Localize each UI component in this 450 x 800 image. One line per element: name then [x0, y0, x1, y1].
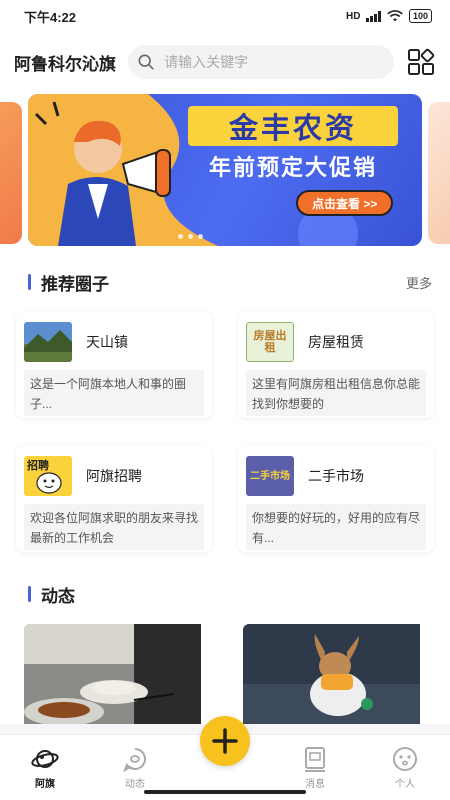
circle-desc: 这是一个阿旗本地人和事的圈子... [24, 370, 204, 416]
network-type: HD [346, 10, 361, 22]
feed-section-title: 动态 [28, 582, 75, 607]
banner-carousel[interactable]: 金丰农资 年前预定大促销 点击查看 >> [0, 92, 450, 262]
grid-menu-button[interactable] [406, 47, 436, 77]
circle-card-tianshan[interactable]: 天山镇 这是一个阿旗本地人和事的圈子... [16, 312, 212, 418]
plus-icon [212, 728, 238, 754]
banner-prev-card[interactable] [0, 102, 22, 244]
banner-title: 金丰农资 [188, 106, 398, 146]
grid-icon [408, 48, 435, 75]
more-circles-link[interactable]: 更多 [406, 273, 432, 292]
chat-bubble-icon [122, 748, 146, 773]
banner-next-card[interactable] [428, 102, 450, 244]
feed-section-header: 动态 [0, 568, 450, 620]
signal-icon [366, 10, 381, 22]
recruit-icon: 招聘 [24, 456, 72, 496]
battery-icon: 100 [408, 9, 432, 23]
search-input[interactable] [164, 54, 384, 70]
tab-aqi[interactable]: 阿旗 [0, 735, 90, 800]
circle-name: 房屋租赁 [308, 334, 364, 350]
status-icons: HD 100 [346, 9, 432, 23]
header: 阿鲁科尔沁旗 [0, 32, 450, 92]
message-box-icon [305, 747, 325, 772]
tab-label: 消息 [305, 779, 325, 790]
face-icon [393, 747, 417, 771]
tab-label: 动态 [125, 779, 145, 790]
feed-post-image[interactable] [24, 624, 207, 724]
search-bar[interactable] [128, 45, 394, 79]
home-indicator [144, 790, 306, 794]
tab-label: 阿旗 [35, 779, 55, 790]
banner-view-button[interactable]: 点击查看 >> [296, 190, 394, 216]
search-icon [138, 54, 154, 70]
circles-section-title: 推荐圈子 [28, 270, 109, 295]
circle-desc: 这里有阿旗房租出租信息你总能找到你想要的 [246, 370, 426, 416]
circle-desc: 你想要的好玩的，好用的应有尽有... [246, 504, 426, 550]
house-rental-icon: 房屋出租 [246, 322, 294, 362]
second-hand-icon: 二手市场 [246, 456, 294, 496]
feed-grid [0, 620, 450, 724]
circle-card-house-rental[interactable]: 房屋出租 房屋租赁 这里有阿旗房租出租信息你总能找到你想要的 [238, 312, 434, 418]
wifi-icon [387, 10, 403, 22]
planet-icon [31, 750, 59, 768]
circle-name: 天山镇 [86, 334, 128, 350]
circle-name: 阿旗招聘 [86, 468, 142, 484]
tab-label: 个人 [395, 779, 415, 790]
status-bar: 下午4:22 HD 100 [0, 0, 450, 32]
banner-subtitle: 年前预定大促销 [208, 155, 377, 180]
feed-section: 动态 [0, 568, 450, 724]
landscape-icon [24, 322, 72, 362]
promo-banner[interactable]: 金丰农资 年前预定大促销 点击查看 >> [28, 94, 422, 246]
circles-section-header: 推荐圈子 更多 [0, 262, 450, 302]
circle-card-second-hand[interactable]: 二手市场 二手市场 你想要的好玩的，好用的应有尽有... [238, 446, 434, 552]
circle-card-recruit[interactable]: 招聘 阿旗招聘 欢迎各位阿旗求职的朋友来寻找最新的工作机会 [16, 446, 212, 552]
add-post-button[interactable] [200, 716, 250, 766]
circle-name: 二手市场 [308, 468, 364, 484]
city-selector[interactable]: 阿鲁科尔沁旗 [14, 50, 116, 75]
circles-grid: 天山镇 这是一个阿旗本地人和事的圈子... 房屋出租 房屋租赁 这里有阿旗房租出… [0, 302, 450, 568]
feed-post-image[interactable] [243, 624, 426, 724]
status-time: 下午4:22 [24, 9, 77, 25]
tab-profile[interactable]: 个人 [360, 735, 450, 800]
carousel-indicator [178, 234, 203, 239]
circle-desc: 欢迎各位阿旗求职的朋友来寻找最新的工作机会 [24, 504, 204, 550]
